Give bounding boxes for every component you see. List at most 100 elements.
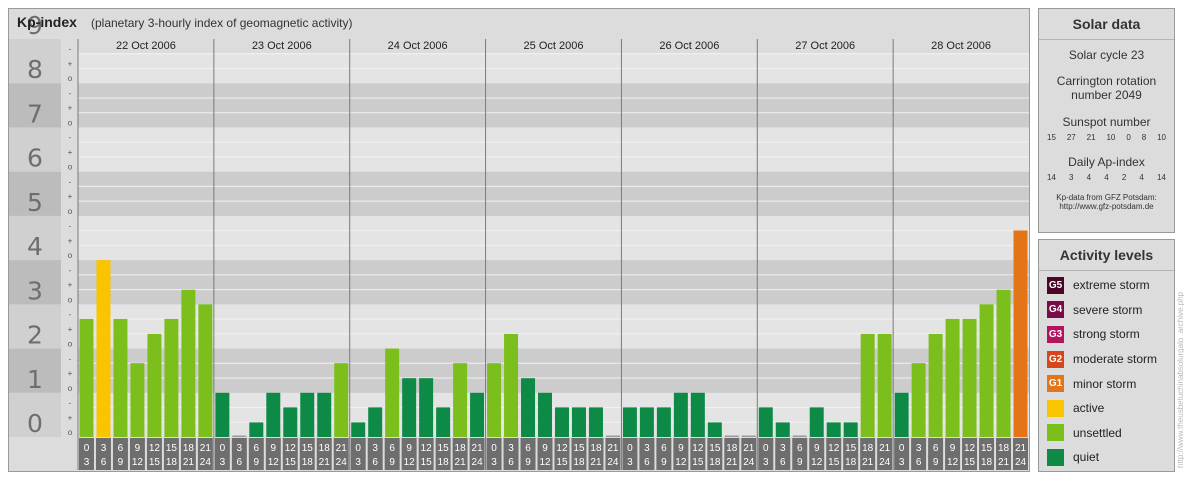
- hour-start-label: 15: [573, 443, 585, 454]
- y-minor-label: -: [69, 399, 72, 408]
- y-minor-label: +: [68, 325, 73, 334]
- kp-bar: [826, 422, 841, 437]
- hour-end-label: 15: [556, 457, 568, 468]
- hour-end-label: 12: [132, 457, 144, 468]
- kp-bar: [945, 318, 960, 437]
- hour-start-label: 18: [726, 443, 738, 454]
- hour-end-label: 3: [491, 457, 497, 468]
- source-line-2: http://www.gfz-potsdam.de: [1059, 202, 1154, 211]
- hour-start-label: 9: [542, 443, 548, 454]
- y-minor-label: -: [69, 133, 72, 142]
- hour-end-label: 24: [607, 457, 619, 468]
- hour-end-label: 9: [525, 457, 531, 468]
- kp-bar: [249, 422, 264, 437]
- sunspot-value: 10: [1106, 133, 1116, 142]
- hour-start-label: 3: [916, 443, 922, 454]
- level-band: [78, 260, 1029, 305]
- solar-data-title: Solar data: [1039, 9, 1174, 40]
- day-date-label: 27 Oct 2006: [795, 40, 855, 52]
- kp-index-panel: 0 1 2 3 4 5 6 7 8 9 o + - o + - o + - o + - o + - o + - o + - o + - o + -22 …: [8, 8, 1030, 472]
- y-minor-label: +: [68, 236, 73, 245]
- kp-bar: [198, 304, 213, 437]
- kp-bar: [690, 392, 705, 437]
- kp-bar: [300, 392, 315, 437]
- ap-index-value: 4: [1104, 173, 1109, 182]
- hour-start-label: 15: [302, 443, 314, 454]
- hour-end-label: 6: [372, 457, 378, 468]
- kp-bar: [164, 318, 179, 437]
- hour-start-label: 15: [845, 443, 857, 454]
- carrington-line-2: number 2049: [1071, 88, 1142, 102]
- kp-bar: [283, 407, 298, 437]
- solar-cycle: Solar cycle 23: [1068, 48, 1145, 62]
- hour-end-label: 21: [319, 457, 331, 468]
- hour-start-label: 15: [709, 443, 721, 454]
- y-minor-label: o: [68, 384, 73, 393]
- kp-bar: [877, 333, 892, 437]
- activity-levels-title: Activity levels: [1039, 240, 1174, 271]
- legend-label: unsettled: [1073, 425, 1122, 440]
- y-minor-label: o: [68, 207, 73, 216]
- y-minor-label: +: [68, 104, 73, 113]
- y-minor-label: -: [69, 45, 72, 54]
- hour-end-label: 24: [200, 457, 212, 468]
- kp-bar: [911, 363, 926, 437]
- kp-bar: [588, 407, 603, 437]
- activity-legend: G5 extreme storm G4 severe storm G3 strong st…: [1039, 271, 1174, 470]
- legend-item: G1 minor storm: [1039, 371, 1174, 396]
- legend-swatch: [1047, 424, 1064, 442]
- kp-bar: [368, 407, 383, 437]
- hour-start-label: 18: [590, 443, 602, 454]
- hour-start-label: 0: [355, 443, 361, 454]
- sunspot-values: 15 27 21 10 0 8 10: [1039, 133, 1174, 142]
- legend-swatch: [1047, 448, 1064, 466]
- hour-start-label: 3: [237, 443, 243, 454]
- y-tick-label: 8: [27, 55, 43, 84]
- hour-start-label: 3: [508, 443, 514, 454]
- hour-end-label: 6: [237, 457, 243, 468]
- hour-start-label: 6: [661, 443, 667, 454]
- kp-bar: [130, 363, 145, 437]
- hour-start-label: 0: [627, 443, 633, 454]
- hour-end-label: 24: [336, 457, 348, 468]
- hour-end-label: 15: [964, 457, 976, 468]
- kp-bar: [758, 407, 773, 437]
- ap-index-value: 2: [1121, 173, 1127, 182]
- legend-label: quiet: [1073, 450, 1100, 465]
- legend-item: G5 extreme storm: [1039, 273, 1174, 298]
- kp-bar: [639, 407, 654, 437]
- legend-label: extreme storm: [1073, 278, 1150, 293]
- hour-end-label: 18: [709, 457, 721, 468]
- kp-bar: [622, 407, 637, 437]
- y-minor-label: o: [68, 295, 73, 304]
- hour-end-label: 3: [763, 457, 769, 468]
- legend-label: active: [1073, 401, 1105, 416]
- hour-start-label: 0: [491, 443, 497, 454]
- hour-end-label: 6: [101, 457, 107, 468]
- chart-subtitle: (planetary 3-hourly index of geomagnetic…: [91, 16, 353, 30]
- level-band: [78, 215, 1029, 261]
- hour-start-label: 21: [472, 443, 484, 454]
- hour-start-label: 9: [135, 443, 141, 454]
- level-band: [78, 83, 1029, 128]
- hour-start-label: 15: [438, 443, 450, 454]
- kp-bar: [673, 392, 688, 437]
- hour-end-label: 3: [84, 457, 90, 468]
- kp-bar: [860, 333, 875, 437]
- y-minor-label: -: [69, 177, 72, 186]
- y-minor-label: -: [69, 266, 72, 275]
- legend-item: active: [1039, 396, 1174, 421]
- sunspot-value: 0: [1126, 133, 1131, 142]
- y-tick-label: 3: [27, 276, 43, 305]
- hour-start-label: 9: [814, 443, 820, 454]
- watermark-url: http://www.theusbetuchinabsolurgalo_arch…: [1176, 291, 1184, 468]
- hour-start-label: 6: [525, 443, 531, 454]
- ap-index-value: 14: [1047, 173, 1056, 182]
- kp-bar: [707, 422, 722, 437]
- hour-start-label: 3: [780, 443, 786, 454]
- chart-title: Kp-index: [17, 14, 77, 30]
- hour-end-label: 21: [726, 457, 738, 468]
- hour-end-label: 18: [438, 457, 450, 468]
- hour-start-label: 12: [285, 443, 297, 454]
- hour-end-label: 12: [811, 457, 823, 468]
